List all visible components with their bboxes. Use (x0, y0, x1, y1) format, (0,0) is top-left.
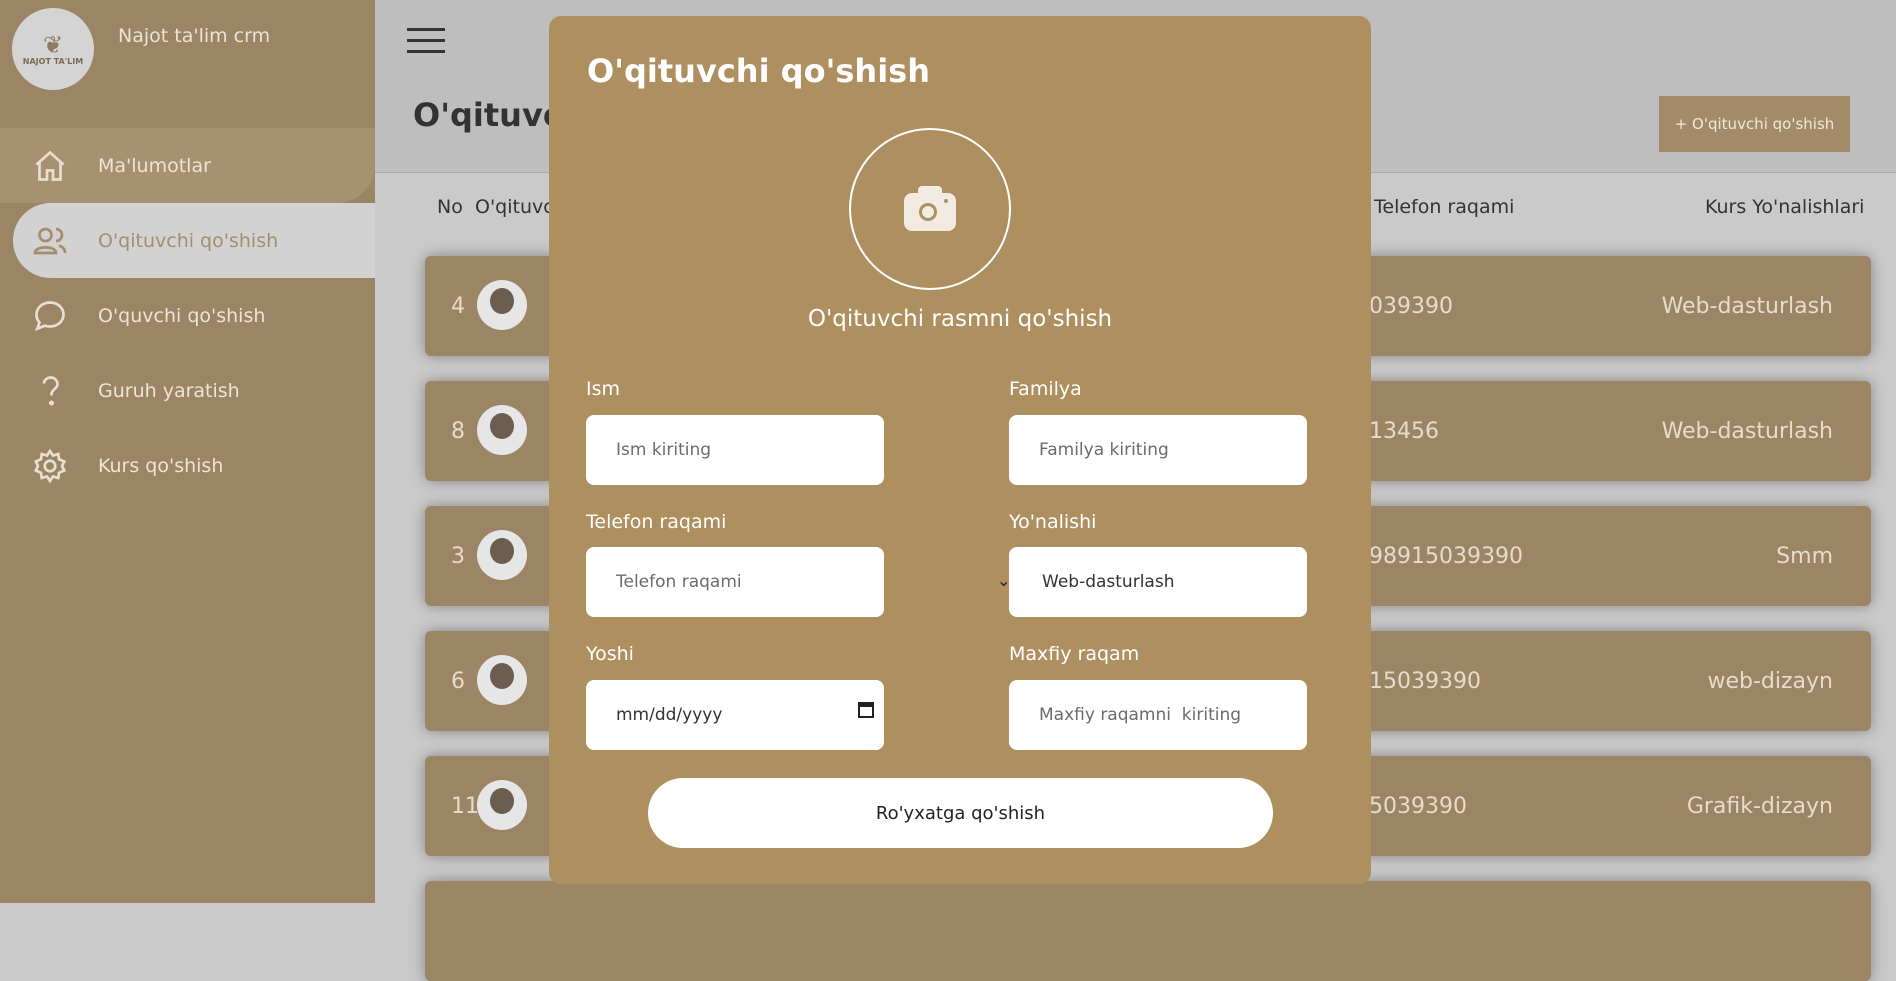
submit-button[interactable]: Ro'yxatga qo'shish (648, 778, 1273, 848)
sidebar-item-label: Ma'lumotlar (98, 154, 211, 177)
telefon-label: Telefon raqami (586, 511, 727, 533)
yonalishi-label: Yo'nalishi (1009, 511, 1097, 533)
sidebar-nav: Ma'lumotlar O'qituvchi qo'shish O'quvchi… (0, 128, 375, 503)
row-course: Web-dasturlash (1661, 294, 1833, 319)
sidebar-item-label: O'qituvchi qo'shish (98, 229, 279, 252)
yoshi-label: Yoshi (586, 643, 634, 665)
calendar-icon[interactable] (858, 702, 874, 718)
avatar (477, 280, 527, 330)
home-icon (35, 150, 65, 181)
column-header-teacher: O'qituvc (475, 196, 554, 218)
ism-label: Ism (586, 378, 621, 400)
column-header-phone: Telefon raqami (1374, 196, 1515, 218)
yoshi-date-field[interactable]: mm/dd/yyyy (586, 680, 884, 750)
sidebar-item-label: O'quvchi qo'shish (98, 304, 266, 327)
logo-mark-icon: ❦ (42, 30, 64, 59)
maxfiy-input[interactable] (1037, 704, 1307, 726)
row-course: Web-dasturlash (1661, 419, 1833, 444)
column-header-no: No (437, 196, 463, 218)
add-teacher-modal: O'qituvchi qo'shish O'qituvchi rasmni qo… (549, 16, 1371, 884)
row-number: 6 (451, 669, 465, 694)
avatar (477, 405, 527, 455)
row-number: 11 (451, 794, 479, 819)
row-phone: 998915039390 (1355, 544, 1523, 569)
telefon-field[interactable] (586, 547, 884, 617)
question-icon (42, 375, 59, 406)
row-number: 4 (451, 294, 465, 319)
brand[interactable]: ❦ NAJOT TA'LIM Najot ta'lim crm (12, 8, 270, 90)
telefon-input[interactable] (614, 571, 884, 593)
ism-input[interactable] (614, 439, 884, 461)
table-row[interactable] (425, 881, 1871, 981)
brand-name: Najot ta'lim crm (118, 25, 271, 47)
row-phone: 15039390 (1355, 794, 1467, 819)
logo: ❦ NAJOT TA'LIM (12, 8, 94, 90)
avatar (477, 530, 527, 580)
photo-label: O'qituvchi rasmni qo'shish (807, 306, 1113, 332)
row-course: Grafik-dizayn (1686, 794, 1833, 819)
menu-icon[interactable] (407, 28, 445, 61)
row-course: Smm (1776, 544, 1833, 569)
modal-title: O'qituvchi qo'shish (587, 52, 930, 90)
sidebar-item-label: Kurs qo'shish (98, 454, 224, 477)
sidebar: ❦ NAJOT TA'LIM Najot ta'lim crm Ma'lumot… (0, 0, 375, 903)
yonalishi-select[interactable]: Web-dasturlash ⌄ (997, 547, 1307, 617)
familya-label: Familya (1009, 378, 1082, 400)
row-phone: 915039390 (1355, 669, 1481, 694)
chat-icon (34, 300, 65, 331)
logo-text: NAJOT TA'LIM (22, 56, 84, 66)
row-number: 3 (451, 544, 465, 569)
maxfiy-label: Maxfiy raqam (1009, 643, 1140, 665)
sidebar-item-oqituvchi-qoshish[interactable]: O'qituvchi qo'shish (13, 203, 375, 278)
sidebar-item-kurs-qoshish[interactable]: Kurs qo'shish (0, 428, 375, 503)
yoshi-value: mm/dd/yyyy (616, 705, 723, 725)
camera-icon (904, 186, 956, 231)
sidebar-item-malumotlar[interactable]: Ma'lumotlar (0, 128, 375, 203)
sidebar-item-oquvchi-qoshish[interactable]: O'quvchi qo'shish (0, 278, 375, 353)
chevron-down-icon: ⌄ (997, 571, 1011, 590)
row-number: 8 (451, 419, 465, 444)
familya-field[interactable] (1009, 415, 1307, 485)
gear-icon (33, 448, 67, 483)
row-course: web-dizayn (1707, 669, 1833, 694)
avatar (477, 780, 527, 830)
maxfiy-field[interactable] (1009, 680, 1307, 750)
users-icon (33, 227, 67, 254)
sidebar-item-guruh-yaratish[interactable]: Guruh yaratish (0, 353, 375, 428)
familya-input[interactable] (1037, 439, 1307, 461)
photo-upload[interactable] (849, 128, 1011, 290)
sidebar-item-label: Guruh yaratish (98, 379, 240, 402)
column-header-courses: Kurs Yo'nalishlari (1705, 196, 1865, 218)
ism-field[interactable] (586, 415, 884, 485)
add-teacher-button[interactable]: + O'qituvchi qo'shish (1659, 96, 1850, 152)
avatar (477, 655, 527, 705)
